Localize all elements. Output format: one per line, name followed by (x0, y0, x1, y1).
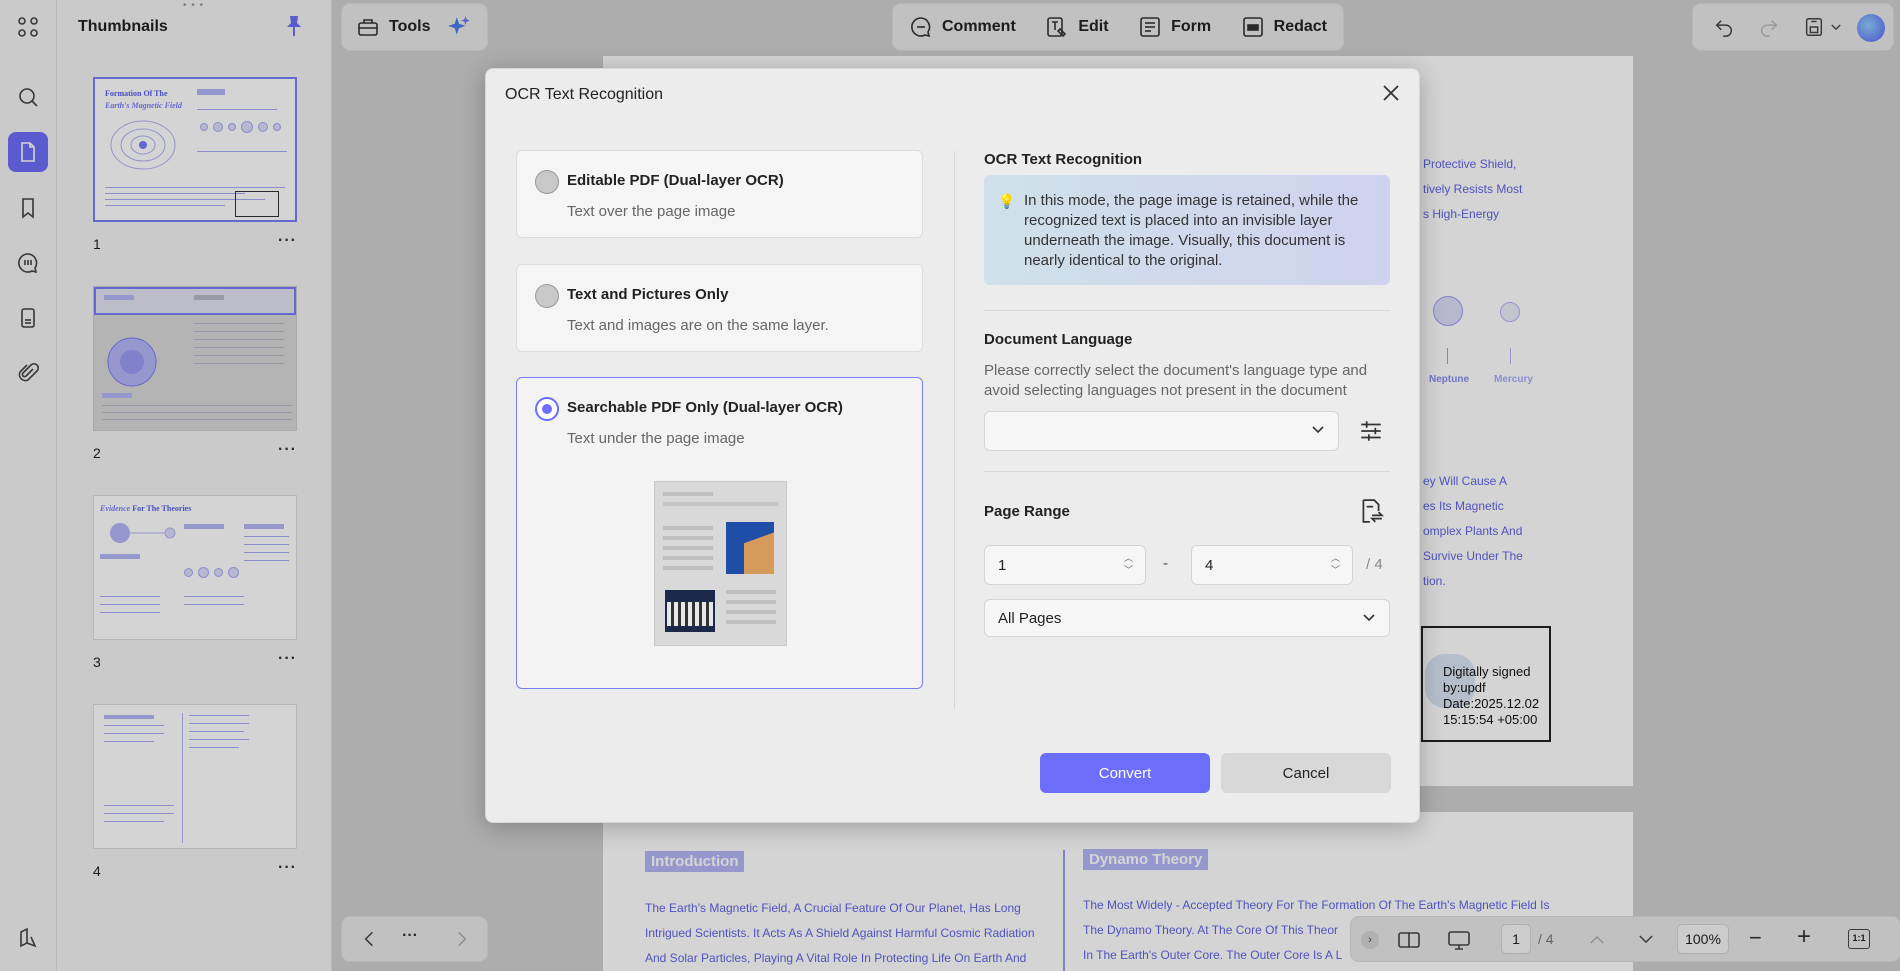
dialog-divider (954, 151, 955, 709)
chevron-down-icon (1363, 614, 1375, 622)
page-range-from-input[interactable]: 1 ︿ ﹀ (984, 545, 1146, 585)
mode-info-text: In this mode, the page image is retained… (1024, 192, 1359, 269)
ocr-dialog: OCR Text Recognition Editable PDF (Dual-… (485, 68, 1420, 823)
language-settings-sliders-icon[interactable] (1358, 418, 1384, 444)
chevron-down-icon (1312, 426, 1324, 434)
radio-button[interactable] (535, 170, 559, 194)
range-from-value: 1 (998, 557, 1007, 574)
option-editable-pdf[interactable]: Editable PDF (Dual-layer OCR) Text over … (516, 150, 923, 238)
option-description: Text over the page image (567, 203, 736, 220)
pages-subset-value: All Pages (998, 610, 1062, 627)
lightbulb-icon: 💡 (998, 193, 1016, 209)
mode-info-box: 💡 In this mode, the page image is retain… (984, 175, 1390, 285)
page-range-title: Page Range (984, 503, 1070, 520)
range-from-stepper[interactable]: ︿ ﹀ (1124, 552, 1133, 576)
option-title: Editable PDF (Dual-layer OCR) (567, 172, 784, 189)
option-title: Searchable PDF Only (Dual-layer OCR) (567, 399, 843, 416)
option-description: Text under the page image (567, 430, 745, 447)
dialog-title: OCR Text Recognition (505, 86, 663, 103)
close-icon[interactable] (1379, 81, 1403, 105)
section-divider (984, 471, 1390, 472)
language-select[interactable] (984, 411, 1339, 451)
cancel-button[interactable]: Cancel (1221, 753, 1391, 793)
language-section-title: Document Language (984, 331, 1133, 348)
searchable-pdf-preview-image (654, 481, 787, 646)
option-title: Text and Pictures Only (567, 286, 729, 303)
range-to-value: 4 (1205, 557, 1214, 574)
section-divider (984, 310, 1390, 311)
pages-subset-select[interactable]: All Pages (984, 599, 1390, 637)
range-to-stepper[interactable]: ︿ ﹀ (1331, 552, 1340, 576)
radio-button[interactable] (535, 284, 559, 308)
info-section-title: OCR Text Recognition (984, 151, 1143, 168)
language-help-text: Please correctly select the document's l… (984, 362, 1368, 399)
page-range-swap-icon[interactable] (1358, 498, 1384, 524)
convert-button[interactable]: Convert (1040, 753, 1210, 793)
radio-button-selected[interactable] (535, 397, 559, 421)
range-total: / 4 (1366, 556, 1383, 573)
range-separator: - (1163, 555, 1168, 572)
page-range-to-input[interactable]: 4 ︿ ﹀ (1191, 545, 1353, 585)
option-description: Text and images are on the same layer. (567, 317, 829, 334)
option-text-and-pictures[interactable]: Text and Pictures Only Text and images a… (516, 264, 923, 352)
option-searchable-pdf[interactable]: Searchable PDF Only (Dual-layer OCR) Tex… (516, 377, 923, 689)
